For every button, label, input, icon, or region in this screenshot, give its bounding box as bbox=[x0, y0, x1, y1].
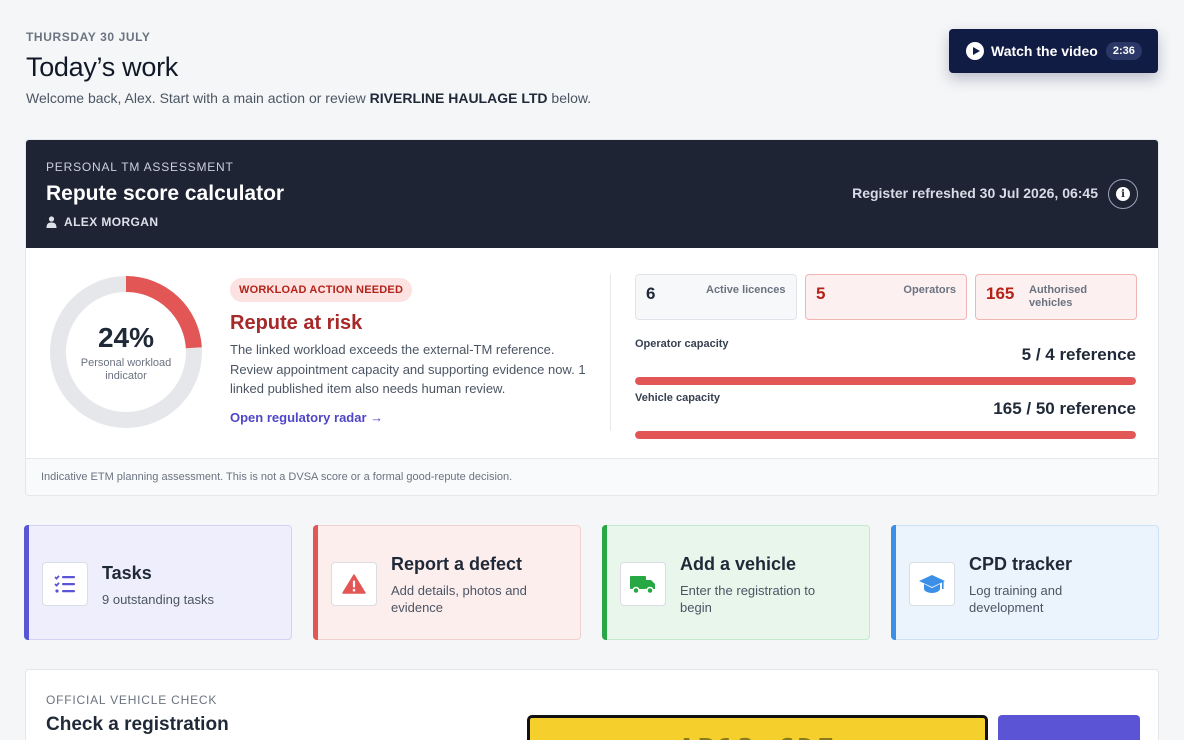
action-subtitle: Add details, photos and evidence bbox=[391, 583, 527, 615]
welcome-prefix: Welcome back, Alex. Start with a main ac… bbox=[26, 90, 370, 106]
repute-calculator-card: PERSONAL TM ASSESSMENT Repute score calc… bbox=[25, 139, 1159, 496]
gauge-label: Personal workload indicator bbox=[80, 356, 172, 382]
check-registration-button[interactable] bbox=[998, 715, 1140, 740]
accent-bar bbox=[891, 525, 896, 640]
capacity-bar bbox=[635, 431, 1136, 439]
add-vehicle-card[interactable]: Add a vehicle Enter the registration to … bbox=[602, 525, 870, 640]
vehicle-check-eyebrow: OFFICIAL VEHICLE CHECK bbox=[46, 693, 218, 707]
divider bbox=[610, 274, 611, 431]
info-icon: i bbox=[1116, 187, 1130, 201]
info-button[interactable]: i bbox=[1108, 179, 1138, 209]
action-title: CPD tracker bbox=[969, 554, 1073, 574]
accent-bar bbox=[24, 525, 29, 640]
action-title: Add a vehicle bbox=[680, 554, 797, 574]
capacity-fill bbox=[635, 431, 1136, 439]
welcome-text: Welcome back, Alex. Start with a main ac… bbox=[26, 90, 591, 106]
card-header: PERSONAL TM ASSESSMENT Repute score calc… bbox=[26, 140, 1158, 248]
card-body: 24% Personal workload indicator WORKLOAD… bbox=[26, 248, 1158, 458]
accent-bar bbox=[602, 525, 607, 640]
action-title: Tasks bbox=[102, 563, 152, 583]
person-name: ALEX MORGAN bbox=[64, 215, 159, 229]
stat-active-licences: 6 Active licences bbox=[635, 274, 797, 320]
action-subtitle: 9 outstanding tasks bbox=[102, 592, 215, 607]
truck-icon bbox=[620, 562, 666, 606]
stat-label: Authorised vehicles bbox=[1029, 284, 1088, 309]
card-eyebrow: PERSONAL TM ASSESSMENT bbox=[46, 160, 234, 174]
stats-row: 6 Active licences 5 Operators 165 Author… bbox=[635, 274, 1137, 320]
watch-video-label: Watch the video bbox=[991, 43, 1098, 59]
report-defect-card[interactable]: Report a defect Add details, photos and … bbox=[313, 525, 581, 640]
regulatory-radar-label: Open regulatory radar bbox=[230, 409, 367, 425]
page-date: THURSDAY 30 JULY bbox=[26, 30, 151, 44]
company-name: RIVERLINE HAULAGE LTD bbox=[369, 90, 548, 106]
registration-placeholder: AB12 CDE bbox=[678, 732, 837, 740]
stat-label: Active licences bbox=[706, 284, 786, 296]
registration-input[interactable]: AB12 CDE bbox=[527, 715, 988, 740]
play-icon bbox=[966, 42, 984, 60]
action-subtitle: Enter the registration to begin bbox=[680, 583, 816, 615]
action-subtitle: Log training and development bbox=[969, 583, 1063, 615]
accent-bar bbox=[313, 525, 318, 640]
operator-capacity: Operator capacity 5 / 4 reference bbox=[635, 338, 1136, 385]
stat-value: 165 bbox=[986, 284, 1015, 303]
person-row: ALEX MORGAN bbox=[46, 215, 1138, 229]
assessment-footnote: Indicative ETM planning assessment. This… bbox=[26, 458, 1158, 495]
quick-actions: Tasks 9 outstanding tasks Report a defec… bbox=[24, 525, 1159, 640]
cpd-tracker-card[interactable]: CPD tracker Log training and development bbox=[891, 525, 1159, 640]
risk-description: The linked workload exceeds the external… bbox=[230, 342, 586, 396]
register-refreshed: Register refreshed 30 Jul 2026, 06:45 bbox=[852, 185, 1098, 201]
welcome-suffix: below. bbox=[547, 90, 592, 106]
page-header: THURSDAY 30 JULY Today’s work Welcome ba… bbox=[26, 30, 591, 106]
status-badge: WORKLOAD ACTION NEEDED bbox=[230, 278, 413, 302]
page-title: Today’s work bbox=[26, 52, 178, 82]
risk-summary: WORKLOAD ACTION NEEDED Repute at risk Th… bbox=[230, 278, 590, 427]
stat-value: 5 bbox=[816, 284, 826, 303]
risk-title: Repute at risk bbox=[230, 312, 363, 334]
task-list-icon bbox=[42, 562, 88, 606]
watch-video-button[interactable]: Watch the video 2:36 bbox=[949, 29, 1158, 73]
capacity-value: 5 / 4 reference bbox=[1021, 345, 1136, 364]
arrow-right-icon: → bbox=[370, 409, 384, 425]
graduation-cap-icon bbox=[909, 562, 955, 606]
stat-authorised-vehicles: 165 Authorised vehicles bbox=[975, 274, 1137, 320]
stat-operators: 5 Operators bbox=[805, 274, 967, 320]
regulatory-radar-link[interactable]: Open regulatory radar → bbox=[230, 410, 383, 425]
stat-value: 6 bbox=[646, 284, 656, 303]
warning-icon bbox=[331, 562, 377, 606]
vehicle-check-card: OFFICIAL VEHICLE CHECK Check a registrat… bbox=[25, 669, 1159, 740]
user-icon bbox=[46, 216, 57, 228]
capacity-value: 165 / 50 reference bbox=[993, 399, 1136, 418]
capacity-fill bbox=[635, 377, 1136, 385]
vehicle-capacity: Vehicle capacity 165 / 50 reference bbox=[635, 392, 1136, 439]
tasks-card[interactable]: Tasks 9 outstanding tasks bbox=[24, 525, 292, 640]
video-duration-badge: 2:36 bbox=[1105, 42, 1142, 60]
vehicle-check-title: Check a registration bbox=[46, 714, 229, 735]
gauge-percent: 24% bbox=[97, 321, 155, 353]
capacity-bar bbox=[635, 377, 1136, 385]
action-title: Report a defect bbox=[391, 554, 523, 574]
stat-label: Operators bbox=[903, 284, 956, 296]
gauge-text: 24% Personal workload indicator bbox=[48, 274, 204, 430]
